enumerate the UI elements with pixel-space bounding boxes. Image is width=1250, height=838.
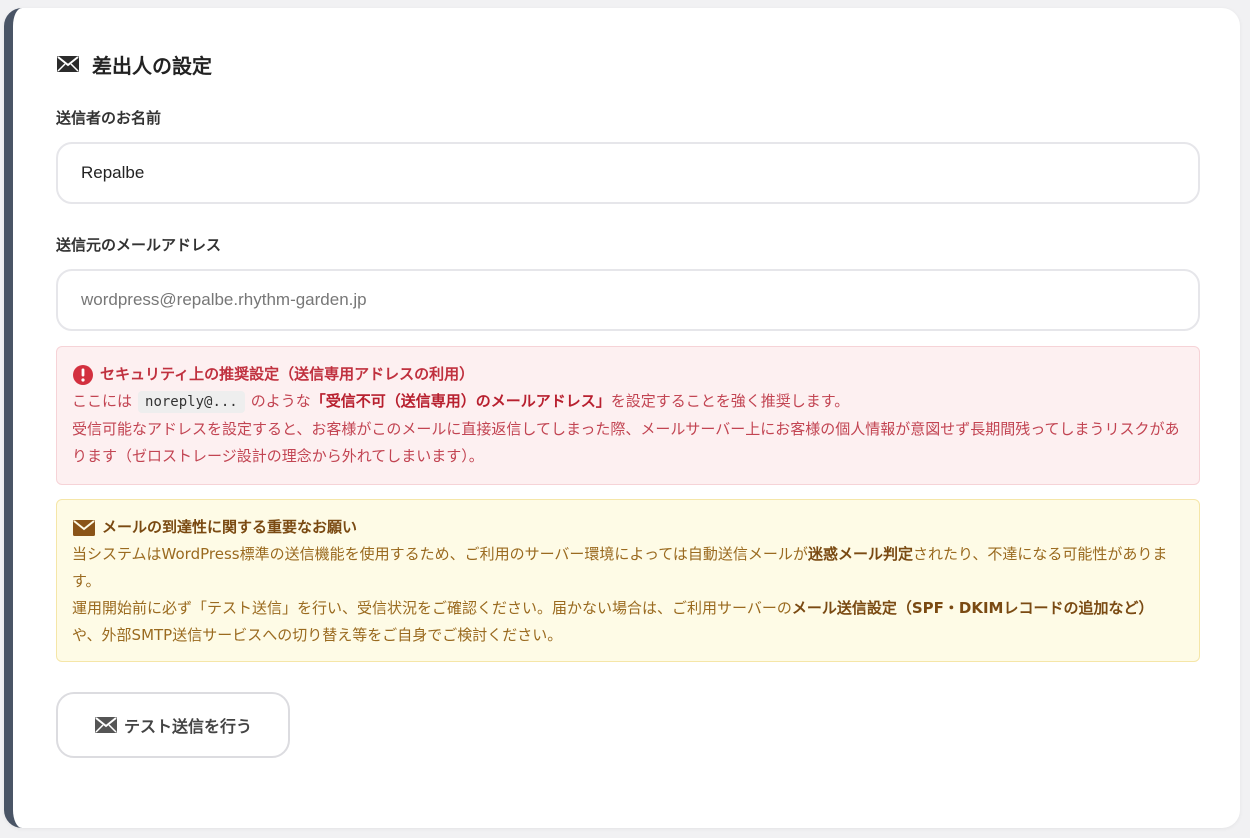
- security-recommendation-alert: セキュリティ上の推奨設定（送信専用アドレスの利用） ここには noreply@..…: [56, 346, 1200, 485]
- deliverability-alert-title: メールの到達性に関する重要なお願い: [102, 518, 358, 536]
- security-alert-header: セキュリティ上の推奨設定（送信専用アドレスの利用）: [72, 361, 1183, 388]
- envelope-icon: [73, 519, 95, 536]
- sender-email-placeholder: wordpress@repalbe.rhythm-garden.jp: [81, 290, 367, 309]
- envelope-icon: [57, 56, 79, 72]
- section-header: 差出人の設定: [56, 50, 212, 78]
- deliverability-alert-p1: 当システムはWordPress標準の送信機能を使用するため、ご利用のサーバー環境…: [72, 545, 1168, 590]
- send-test-email-label: テスト送信を行う: [123, 717, 252, 736]
- security-alert-emphasis: 「受信不可（送信専用）のメールアドレス」: [310, 392, 611, 410]
- send-test-email-button[interactable]: テスト送信を行う: [56, 692, 290, 758]
- exclamation-circle-icon: [73, 364, 93, 385]
- sender-name-label: 送信者のお名前: [56, 109, 162, 127]
- deliverability-alert: メールの到達性に関する重要なお願い 当システムはWordPress標準の送信機能…: [56, 499, 1200, 662]
- security-alert-title: セキュリティ上の推奨設定（送信専用アドレスの利用）: [100, 365, 475, 383]
- noreply-code: noreply@...: [138, 391, 245, 413]
- security-alert-line1: ここには noreply@... のような「受信不可（送信専用）のメールアドレス」を…: [72, 388, 1183, 416]
- sender-email-label: 送信元のメールアドレス: [56, 236, 222, 254]
- section-title: 差出人の設定: [92, 53, 212, 78]
- sender-email-input[interactable]: wordpress@repalbe.rhythm-garden.jp: [56, 269, 1200, 331]
- deliverability-alert-header: メールの到達性に関する重要なお願い: [72, 514, 1183, 541]
- envelope-icon: [94, 717, 117, 733]
- security-alert-line2: 受信可能なアドレスを設定すると、お客様がこのメールに直接返信してしまった際、メー…: [72, 420, 1180, 465]
- sender-name-input[interactable]: Repalbe: [56, 142, 1200, 204]
- deliverability-alert-p2: 運用開始前に必ず「テスト送信」を行い、受信状況をご確認ください。届かない場合は、…: [72, 599, 1154, 644]
- sender-name-value: Repalbe: [81, 163, 145, 182]
